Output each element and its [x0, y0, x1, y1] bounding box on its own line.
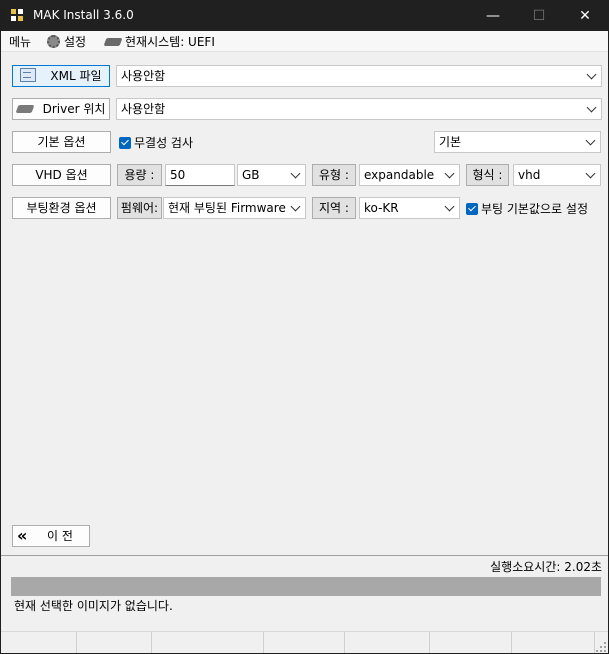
- close-button[interactable]: ✕: [562, 1, 608, 31]
- driver-location-combo-value: 사용안함: [121, 102, 166, 116]
- driver-location-combo[interactable]: 사용안함: [116, 98, 602, 120]
- region-label: 지역 :: [312, 197, 356, 219]
- window-title: MAK Install 3.6.0: [33, 8, 134, 22]
- vhd-type-combo[interactable]: expandable: [359, 164, 460, 186]
- resize-grip-icon[interactable]: [596, 642, 606, 652]
- vhd-unit-combo[interactable]: GB: [237, 164, 306, 186]
- gear-icon: [47, 35, 60, 48]
- app-icon: [11, 9, 25, 23]
- vhd-type-combo-value: expandable: [364, 168, 435, 182]
- drive-icon: [103, 38, 123, 46]
- region-combo[interactable]: ko-KR: [359, 197, 460, 219]
- xml-file-combo-value: 사용안함: [121, 69, 166, 83]
- chevron-down-icon: [444, 201, 455, 212]
- basic-options-button[interactable]: 기본 옵션: [12, 131, 111, 153]
- drive-icon: [15, 105, 35, 113]
- firmware-label: 펌웨어:: [117, 197, 162, 219]
- vhd-size-label: 용량 :: [117, 164, 162, 186]
- integrity-check-label: 무결성 검사: [134, 136, 194, 150]
- status-cell: [152, 632, 264, 653]
- menu-bar: 메뉴 설정 현재시스템: UEFI: [1, 31, 608, 52]
- firmware-combo-value: 현재 부팅된 Firmware: [168, 201, 286, 215]
- chevron-down-icon: [586, 69, 597, 80]
- divider: [1, 555, 608, 556]
- chevron-down-icon: [444, 168, 455, 179]
- vhd-format-label: 형식 :: [466, 164, 509, 186]
- chevron-down-icon: [585, 135, 596, 146]
- checkbox-checked-icon: [119, 137, 131, 149]
- status-cell: [77, 632, 152, 653]
- vhd-options-button[interactable]: VHD 옵션: [12, 164, 111, 186]
- vhd-unit-combo-value: GB: [242, 168, 260, 182]
- chevron-down-icon: [585, 168, 596, 179]
- menu-item-settings[interactable]: 설정: [47, 33, 86, 50]
- driver-location-button-label: Driver 위치: [42, 102, 106, 116]
- preset-combo-value: 기본: [439, 135, 462, 149]
- title-bar[interactable]: MAK Install 3.6.0 — ☐ ✕: [1, 1, 608, 31]
- firmware-combo[interactable]: 현재 부팅된 Firmware: [163, 197, 306, 219]
- vhd-type-label: 유형 :: [312, 164, 356, 186]
- preset-combo[interactable]: 기본: [434, 131, 601, 153]
- status-cell: [512, 632, 595, 653]
- integrity-check-checkbox[interactable]: 무결성 검사: [119, 135, 193, 151]
- vhd-format-combo[interactable]: vhd: [513, 164, 601, 186]
- chevron-down-icon: [586, 102, 597, 113]
- boot-environment-options-button[interactable]: 부팅환경 옵션: [12, 197, 111, 219]
- menu-item-system-label: 현재시스템: UEFI: [125, 35, 215, 49]
- menu-item-settings-label: 설정: [64, 35, 87, 49]
- chevron-down-icon: [290, 201, 301, 212]
- chevron-down-icon: [290, 168, 301, 179]
- status-cell: [1, 632, 77, 653]
- xml-file-button-label: XML 파일: [50, 69, 102, 83]
- elapsed-time: 실행소요시간: 2.02초: [490, 560, 602, 574]
- previous-button[interactable]: « 이 전: [12, 525, 90, 547]
- status-message: 현재 선택한 이미지가 없습니다.: [14, 599, 173, 613]
- xml-file-combo[interactable]: 사용안함: [116, 65, 602, 87]
- status-cell: [264, 632, 345, 653]
- status-cell: [430, 632, 512, 653]
- xml-file-button[interactable]: XML 파일: [12, 65, 110, 87]
- double-chevron-left-icon: «: [17, 526, 28, 545]
- region-combo-value: ko-KR: [364, 201, 399, 215]
- previous-button-label: 이 전: [47, 529, 73, 543]
- driver-location-button[interactable]: Driver 위치: [12, 98, 110, 120]
- checkbox-checked-icon: [466, 203, 478, 215]
- default-boot-checkbox[interactable]: 부팅 기본값으로 설정: [466, 201, 588, 217]
- vhd-size-input[interactable]: 50: [165, 164, 235, 186]
- minimize-button[interactable]: —: [470, 1, 516, 31]
- status-bar: [1, 631, 608, 653]
- progress-bar: [11, 577, 601, 596]
- xml-file-icon: [20, 68, 37, 82]
- maximize-button[interactable]: ☐: [516, 1, 562, 31]
- default-boot-label: 부팅 기본값으로 설정: [481, 202, 588, 216]
- main-window: MAK Install 3.6.0 — ☐ ✕ 메뉴 설정 현재시스템: UEF…: [0, 0, 609, 654]
- vhd-format-combo-value: vhd: [518, 168, 541, 182]
- status-cell: [345, 632, 430, 653]
- menu-item-system[interactable]: 현재시스템: UEFI: [103, 33, 215, 50]
- menu-item-menu[interactable]: 메뉴: [9, 33, 31, 50]
